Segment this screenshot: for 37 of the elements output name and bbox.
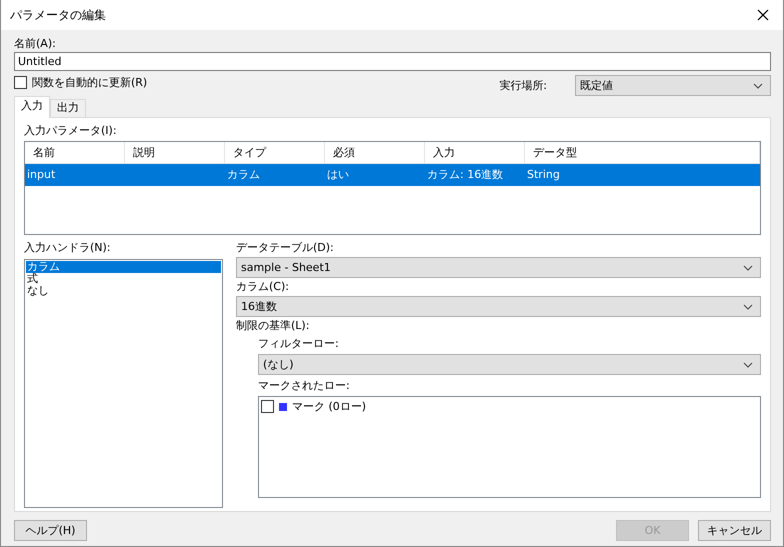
table-cell: はい [327, 168, 349, 181]
table-cell: String [527, 168, 560, 181]
list-item[interactable]: カラム [26, 261, 221, 273]
input-handlers-label: 入力ハンドラ(N): [24, 241, 111, 255]
input-parameters-label: 入力パラメータ(I): [24, 124, 117, 138]
tab[interactable]: 出力 [50, 99, 86, 117]
table-cell: カラム: 16進数 [427, 168, 504, 181]
checkbox[interactable] [14, 76, 27, 89]
table-cell: input [27, 168, 56, 181]
column-label: カラム(C): [236, 280, 289, 294]
marked-rows-label: マークされたロー: [258, 379, 350, 393]
chevron-down-icon [743, 264, 753, 270]
run-location-dropdown[interactable]: 既定値 [575, 75, 771, 96]
chevron-down-icon [743, 304, 753, 310]
column-dropdown[interactable]: 16進数 [236, 296, 761, 317]
chevron-down-icon [743, 362, 753, 368]
chevron-down-icon [753, 82, 763, 88]
table-row[interactable]: input カラム はい カラム: 16進数 String [25, 164, 760, 186]
checkbox[interactable] [261, 400, 274, 413]
auto-update-label: 関数を自動的に更新(R) [32, 75, 148, 90]
list-item[interactable]: 式 [26, 273, 221, 285]
help-button[interactable]: ヘルプ(H) [14, 520, 87, 541]
marking-label: マーク (0ロー) [292, 399, 366, 414]
list-item[interactable]: なし [26, 285, 221, 297]
tab[interactable]: 入力 [14, 96, 50, 118]
name-field[interactable]: Untitled [14, 52, 771, 71]
run-location-label: 実行場所: [499, 78, 547, 93]
close-icon[interactable] [757, 9, 769, 21]
filter-rows-label: フィルターロー: [258, 337, 339, 351]
window-title: パラメータの編集 [10, 6, 107, 24]
filter-rows-dropdown[interactable]: (なし) [258, 354, 761, 375]
name-label: 名前(A): [14, 37, 56, 51]
cancel-button[interactable]: キャンセル [698, 520, 771, 541]
data-table-dropdown[interactable]: sample - Sheet1 [236, 257, 761, 278]
table-cell: カラム [227, 168, 260, 181]
data-table-label: データテーブル(D): [236, 241, 334, 255]
limit-label: 制限の基準(L): [236, 319, 310, 333]
